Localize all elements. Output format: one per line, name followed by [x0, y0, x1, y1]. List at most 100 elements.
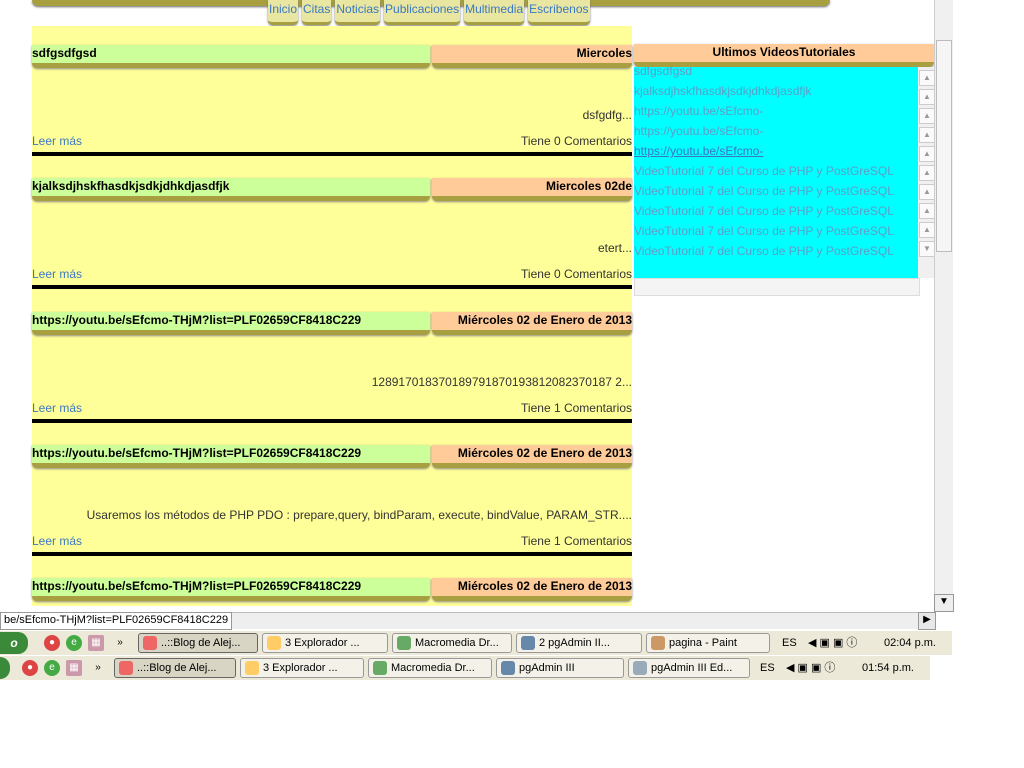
- read-more-link[interactable]: Leer más: [32, 534, 82, 548]
- post-date: Miercoles 02de: [432, 178, 632, 201]
- task-dreamweaver[interactable]: Macromedia Dr...: [392, 633, 512, 653]
- chevron-more-icon[interactable]: »: [90, 660, 106, 676]
- video-item[interactable]: VideoTutorial 7 del Curso de PHP y PostG…: [634, 181, 918, 201]
- editor-icon: [633, 661, 647, 675]
- start-button[interactable]: [0, 657, 10, 679]
- taskbar-bottom: ● e ▦ » ..::Blog de Alej... 3 Explorador…: [0, 655, 930, 680]
- read-more-link[interactable]: Leer más: [32, 267, 82, 281]
- task-label: pagina - Paint: [669, 637, 737, 649]
- main-nav: Inicio Citas Noticias Publicaciones Mult…: [268, 0, 590, 25]
- post-excerpt: dsfgdfg...: [582, 108, 632, 122]
- post-date: Miércoles 02 de Enero de 2013: [432, 312, 632, 335]
- chrome-icon[interactable]: ●: [44, 635, 60, 651]
- video-item[interactable]: VideoTutorial 7 del Curso de PHP y PostG…: [634, 221, 918, 241]
- language-indicator[interactable]: ES: [760, 657, 775, 679]
- post-date: Miércoles 02 de Enero de 2013: [432, 445, 632, 468]
- dreamweaver-icon: [373, 661, 387, 675]
- videos-list: sdfgsdfgsd kjalksdjhskfhasdkjsdkjdhkdjas…: [634, 67, 918, 278]
- tray-icons[interactable]: ◀ ▣ ▣ ⓘ: [786, 657, 835, 679]
- task-label: pgAdmin III Ed...: [651, 662, 733, 674]
- chevron-more-icon[interactable]: »: [112, 635, 128, 651]
- elephant-icon: [521, 636, 535, 650]
- scroll-up-icon[interactable]: ▲: [919, 89, 935, 105]
- task-firefox[interactable]: ..::Blog de Alej...: [114, 658, 236, 678]
- scroll-up-icon[interactable]: ▲: [919, 146, 935, 162]
- videos-header: Ultimos VideosTutoriales: [634, 44, 934, 67]
- calendar-icon[interactable]: ▦: [88, 635, 104, 651]
- scroll-right-icon[interactable]: ▶: [918, 612, 936, 630]
- video-item[interactable]: https://youtu.be/sEfcmo-: [634, 121, 918, 141]
- paint-icon: [651, 636, 665, 650]
- nav-multimedia[interactable]: Multimedia: [464, 0, 525, 25]
- post-excerpt: etert...: [597, 241, 632, 255]
- ie-icon[interactable]: e: [44, 660, 60, 676]
- scroll-up-icon[interactable]: ▲: [919, 203, 935, 219]
- task-label: Macromedia Dr...: [391, 662, 475, 674]
- folder-icon: [245, 661, 259, 675]
- post-separator: [32, 152, 632, 156]
- firefox-icon: [143, 636, 157, 650]
- nav-citas[interactable]: Citas: [302, 0, 332, 25]
- scroll-down-icon[interactable]: ▼: [919, 241, 935, 257]
- task-label: Macromedia Dr...: [415, 637, 499, 649]
- video-item[interactable]: kjalksdjhskfhasdkjsdkjdhkdjasdfjk: [634, 81, 918, 101]
- clock[interactable]: 01:54 p.m.: [862, 657, 914, 679]
- task-label: 2 pgAdmin II...: [539, 637, 610, 649]
- video-item[interactable]: VideoTutorial 7 del Curso de PHP y PostG…: [634, 161, 918, 181]
- scroll-up-icon[interactable]: ▲: [919, 184, 935, 200]
- nav-escribenos[interactable]: Escribenos: [528, 0, 590, 25]
- post-date: Miercoles: [432, 45, 632, 68]
- task-label: ..::Blog de Alej...: [137, 662, 217, 674]
- task-pgadmin[interactable]: 2 pgAdmin II...: [516, 633, 642, 653]
- tray-icons[interactable]: ◀ ▣ ▣ ⓘ: [808, 632, 857, 654]
- task-pgadmin-editor[interactable]: pgAdmin III Ed...: [628, 658, 750, 678]
- post-date: Miércoles 02 de Enero de 2013: [432, 578, 632, 601]
- video-item[interactable]: sdfgsdfgsd: [634, 67, 918, 81]
- videos-scrollbar[interactable]: ▲ ▲ ▲ ▲ ▲ ▲ ▲ ▲ ▲ ▼: [918, 67, 935, 278]
- video-item[interactable]: https://youtu.be/sEfcmo-: [634, 101, 918, 121]
- scroll-up-icon[interactable]: ▲: [919, 70, 935, 86]
- start-button[interactable]: o: [0, 632, 28, 654]
- task-explorer[interactable]: 3 Explorador ...: [240, 658, 364, 678]
- post-excerpt: Usaremos los métodos de PHP PDO : prepar…: [86, 508, 632, 522]
- nav-inicio[interactable]: Inicio: [268, 0, 299, 25]
- post-title[interactable]: https://youtu.be/sEfcmo-THjM?list=PLF026…: [32, 578, 430, 601]
- task-explorer[interactable]: 3 Explorador ...: [262, 633, 388, 653]
- task-firefox[interactable]: ..::Blog de Alej...: [138, 633, 258, 653]
- scroll-up-icon[interactable]: ▲: [919, 127, 935, 143]
- chrome-icon[interactable]: ●: [22, 660, 38, 676]
- clock[interactable]: 02:04 p.m.: [884, 632, 936, 654]
- task-paint[interactable]: pagina - Paint: [646, 633, 770, 653]
- posts-area: sdfgsdfgsd Miercoles dsfgdfg... Leer más…: [32, 26, 632, 606]
- post-title[interactable]: https://youtu.be/sEfcmo-THjM?list=PLF026…: [32, 312, 430, 335]
- dreamweaver-icon: [397, 636, 411, 650]
- post-title[interactable]: https://youtu.be/sEfcmo-THjM?list=PLF026…: [32, 445, 430, 468]
- taskbar-top: o ● e ▦ » ..::Blog de Alej... 3 Explorad…: [0, 630, 952, 655]
- scroll-down-icon[interactable]: ▼: [934, 594, 954, 612]
- language-indicator[interactable]: ES: [782, 632, 797, 654]
- post-title[interactable]: kjalksdjhskfhasdkjsdkjdhkdjasdfjk: [32, 178, 430, 201]
- comment-count: Tiene 0 Comentarios: [521, 134, 632, 148]
- post-title[interactable]: sdfgsdfgsd: [32, 45, 430, 68]
- scroll-up-icon[interactable]: ▲: [919, 108, 935, 124]
- task-label: 3 Explorador ...: [285, 637, 360, 649]
- read-more-link[interactable]: Leer más: [32, 134, 82, 148]
- task-pgadmin[interactable]: pgAdmin III: [496, 658, 624, 678]
- video-item-hovered[interactable]: https://youtu.be/sEfcmo-: [634, 141, 918, 161]
- read-more-link[interactable]: Leer más: [32, 401, 82, 415]
- post-excerpt: 128917018370189791870193812082370187 2..…: [371, 375, 632, 389]
- page-vscroll-thumb[interactable]: [936, 40, 952, 252]
- nav-publicaciones[interactable]: Publicaciones: [384, 0, 461, 25]
- task-dreamweaver[interactable]: Macromedia Dr...: [368, 658, 492, 678]
- comment-count: Tiene 1 Comentarios: [521, 534, 632, 548]
- post-separator: [32, 552, 632, 556]
- nav-noticias[interactable]: Noticias: [335, 0, 381, 25]
- ie-icon[interactable]: e: [66, 635, 82, 651]
- scroll-up-icon[interactable]: ▲: [919, 165, 935, 181]
- videos-hscrollbar[interactable]: [634, 278, 920, 296]
- scroll-up-icon[interactable]: ▲: [919, 222, 935, 238]
- video-item[interactable]: VideoTutorial 7 del Curso de PHP y PostG…: [634, 241, 918, 261]
- video-item[interactable]: VideoTutorial 7 del Curso de PHP y PostG…: [634, 201, 918, 221]
- task-label: pgAdmin III: [519, 662, 575, 674]
- calendar-icon[interactable]: ▦: [66, 660, 82, 676]
